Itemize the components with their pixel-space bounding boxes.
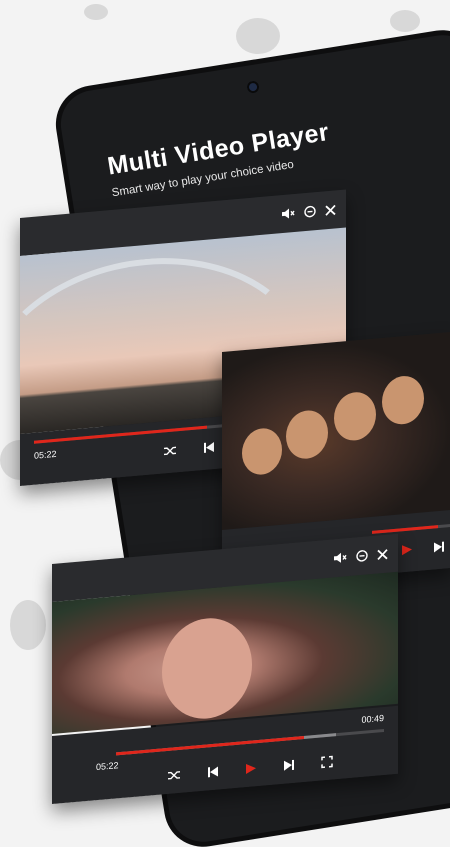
minimize-icon[interactable] xyxy=(304,205,316,218)
header: Multi Video Player Smart way to play you… xyxy=(106,118,334,199)
video-player-girl[interactable]: 00:49 05:22 xyxy=(52,533,398,804)
close-icon[interactable] xyxy=(377,548,388,560)
play-icon[interactable] xyxy=(401,543,413,556)
current-time: 05:22 xyxy=(96,760,119,773)
face xyxy=(242,426,282,477)
previous-icon[interactable] xyxy=(203,441,215,454)
face xyxy=(334,390,376,443)
minimize-icon[interactable] xyxy=(356,549,368,562)
next-icon[interactable] xyxy=(433,540,445,553)
mute-icon[interactable] xyxy=(281,207,295,220)
mute-icon[interactable] xyxy=(333,551,347,564)
progress-fill xyxy=(372,525,438,534)
close-icon[interactable] xyxy=(325,204,336,216)
previous-icon[interactable] xyxy=(207,765,219,778)
video-frame-friends[interactable] xyxy=(222,331,450,530)
fullscreen-icon[interactable] xyxy=(321,755,333,769)
face xyxy=(286,408,328,461)
shuffle-icon[interactable] xyxy=(163,444,177,457)
progress-bar[interactable] xyxy=(372,523,450,534)
face xyxy=(382,374,424,427)
play-icon[interactable] xyxy=(245,762,257,775)
shuffle-icon[interactable] xyxy=(167,769,181,782)
camera-icon xyxy=(246,80,260,94)
next-icon[interactable] xyxy=(283,759,295,772)
progress-bar[interactable] xyxy=(116,728,384,756)
progress-fill xyxy=(116,735,304,756)
duration: 00:49 xyxy=(361,712,384,725)
current-time: 05:22 xyxy=(34,448,57,461)
control-row xyxy=(142,753,358,784)
face xyxy=(162,614,252,723)
